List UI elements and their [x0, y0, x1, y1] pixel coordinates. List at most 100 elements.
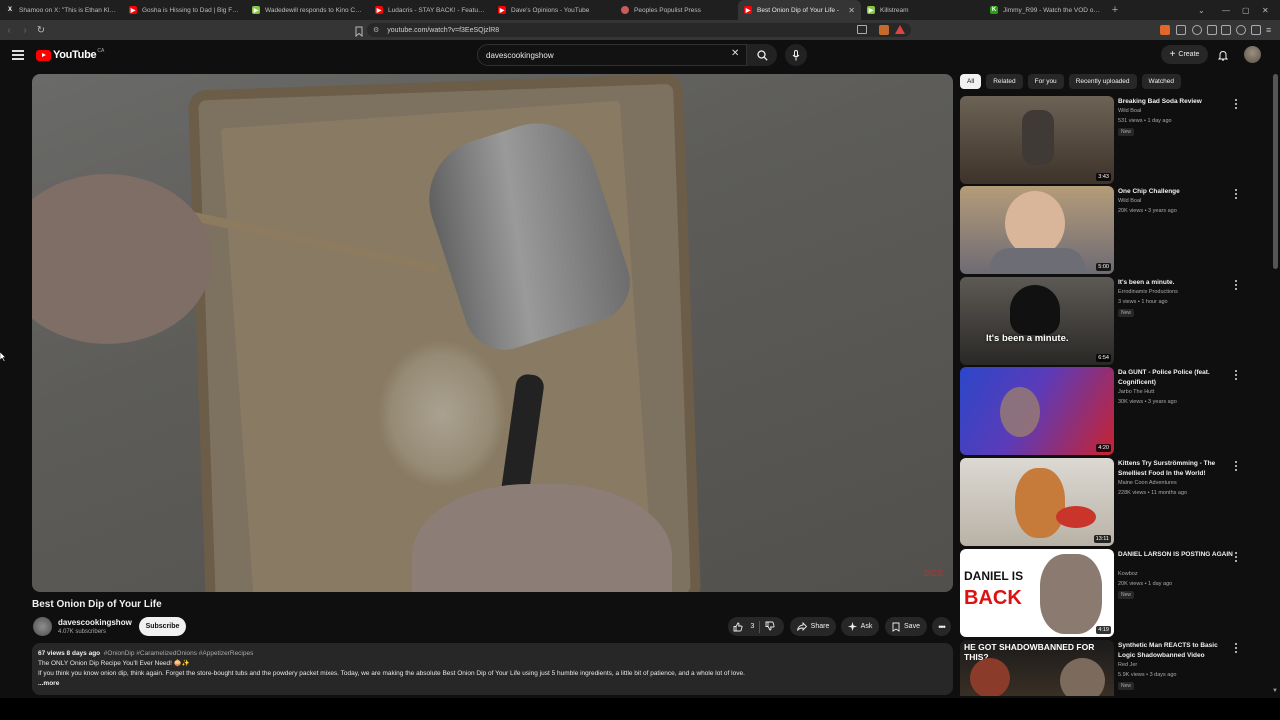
video-thumbnail[interactable]: It's been a minute. 6:54	[960, 277, 1114, 365]
channel-name: Jarbo The Hutt	[1118, 389, 1155, 395]
media-icon[interactable]	[1192, 25, 1202, 35]
channel-watermark: DCS	[923, 568, 943, 578]
recommended-video[interactable]: 13:11 Kittens Try Surströmming - The Sme…	[960, 458, 1250, 546]
youtube-logo[interactable]: YouTube CA	[36, 48, 104, 61]
video-thumbnail[interactable]: 3:43	[960, 96, 1114, 184]
rumble-icon: ▶	[252, 6, 260, 14]
brave-shield-icon[interactable]	[879, 25, 889, 35]
video-thumbnail[interactable]: 4:20	[960, 367, 1114, 455]
cast-icon[interactable]	[857, 25, 867, 34]
description-box[interactable]: 67 views 8 days ago #OnionDip #Carameliz…	[32, 643, 953, 695]
more-vertical-icon[interactable]	[1232, 370, 1240, 380]
extension-icon[interactable]	[1176, 25, 1186, 35]
video-frame-hand	[32, 174, 212, 344]
close-tab-icon[interactable]: ✕	[848, 6, 855, 15]
reload-icon[interactable]: ↻	[34, 23, 48, 37]
rewards-icon[interactable]	[895, 25, 905, 34]
filter-chips: All Related For you Recently uploaded Wa…	[960, 74, 1186, 89]
video-meta: 5.9K views • 3 days ago	[1118, 672, 1177, 678]
chip-watched[interactable]: Watched	[1141, 74, 1181, 89]
browser-tab[interactable]: ▶ Killstream	[861, 0, 984, 20]
recommended-video[interactable]: HE GOT SHADOWBANNED FOR THIS? Synthetic …	[960, 640, 1250, 696]
close-window-icon[interactable]: ✕	[1262, 0, 1269, 20]
browser-tab[interactable]: ▶ Dave's Opinions - YouTube	[492, 0, 615, 20]
channel-name: Wild Boal	[1118, 198, 1142, 204]
extension-icon[interactable]	[1160, 25, 1170, 35]
video-thumbnail[interactable]: HE GOT SHADOWBANNED FOR THIS?	[960, 640, 1114, 696]
dislike-button[interactable]	[765, 621, 779, 633]
browser-tab[interactable]: ▶ Gosha is Hissing to Dad | Big Floppa	[123, 0, 246, 20]
mouse-cursor-icon	[0, 352, 6, 362]
chip-recently-uploaded[interactable]: Recently uploaded	[1068, 74, 1137, 89]
hamburger-menu-icon[interactable]	[12, 50, 24, 60]
sidebar-icon[interactable]	[1207, 25, 1217, 35]
url-field[interactable]: ⚙ youtube.com/watch?v=f3EeSQjzlR8	[367, 23, 911, 37]
chip-related[interactable]: Related	[986, 74, 1023, 89]
video-duration: 4:19	[1096, 626, 1111, 634]
browser-menu-icon[interactable]: ≡	[1266, 25, 1276, 35]
back-icon[interactable]: ‹	[2, 23, 16, 37]
browser-tab[interactable]: ▶ Ludacris - STAY BACK! - Featuring Ar	[369, 0, 492, 20]
recommended-video[interactable]: 3:43 Breaking Bad Soda Review Wild Boal …	[960, 96, 1250, 184]
show-more-link[interactable]: ...more	[38, 679, 947, 689]
recommended-video[interactable]: It's been a minute. 6:54 It's been a min…	[960, 277, 1250, 365]
share-button[interactable]: Share	[790, 617, 836, 636]
video-meta: 3 views • 1 hour ago	[1118, 299, 1168, 305]
view-count-date: 67 views 8 days ago	[38, 650, 101, 657]
hashtags[interactable]: #OnionDip #CaramelizedOnions #AppetizerR…	[104, 650, 254, 657]
save-button[interactable]: Save	[885, 617, 927, 636]
forward-icon[interactable]: ›	[18, 23, 32, 37]
description-line: If you think you know onion dip, think a…	[38, 670, 745, 677]
channel-name: Errodinamix Productions	[1118, 289, 1178, 295]
browser-tab[interactable]: K Jimmy_R99 - Watch the VOD on Kick	[984, 0, 1107, 20]
browser-tab[interactable]: Peoples Populist Press	[615, 0, 738, 20]
video-thumbnail[interactable]: DANIEL IS BACK 4:19	[960, 549, 1114, 637]
recommended-video[interactable]: DANIEL IS BACK 4:19 DANIEL LARSON IS POS…	[960, 549, 1250, 637]
bookmark-icon[interactable]	[355, 24, 363, 38]
new-badge: New	[1118, 309, 1135, 317]
video-frame-onions	[377, 339, 507, 489]
browser-tab-active[interactable]: ▶ Best Onion Dip of Your Life - ✕	[738, 0, 861, 20]
video-meta: 30K views • 3 years ago	[1118, 399, 1177, 405]
browser-tab[interactable]: ▶ Wadedewill responds to Kino Casino	[246, 0, 369, 20]
thumbnail-text: BACK	[964, 587, 1022, 609]
like-button[interactable]: 3	[733, 622, 754, 632]
clear-search-icon[interactable]: ✕	[731, 48, 739, 59]
video-duration: 3:43	[1096, 173, 1111, 181]
video-thumbnail[interactable]: 5:00	[960, 186, 1114, 274]
more-vertical-icon[interactable]	[1232, 461, 1240, 471]
new-tab-icon[interactable]: +	[1107, 4, 1123, 16]
more-vertical-icon[interactable]	[1232, 189, 1240, 199]
notifications-button[interactable]	[1215, 47, 1231, 63]
site-info-icon[interactable]: ⚙	[373, 26, 379, 34]
browser-tab[interactable]: X Shamoo on X: "This is Ethan Klein ab	[0, 0, 123, 20]
more-vertical-icon[interactable]	[1232, 643, 1240, 653]
more-vertical-icon[interactable]	[1232, 552, 1240, 562]
channel-name[interactable]: davescookingshow	[58, 618, 132, 627]
recommended-video[interactable]: 4:20 Da GUNT - Police Police (feat. Cogn…	[960, 367, 1250, 455]
shield-icon[interactable]	[1251, 25, 1261, 35]
tab-search-icon[interactable]: ⌄	[1198, 0, 1205, 20]
recommended-video[interactable]: 5:00 One Chip Challenge Wild Boal 20K vi…	[960, 186, 1250, 274]
search-input[interactable]: davescookingshow	[477, 44, 747, 66]
vpn-icon[interactable]	[1236, 25, 1246, 35]
scroll-down-arrow-icon[interactable]: ▼	[1272, 688, 1278, 694]
account-avatar[interactable]	[1244, 46, 1261, 63]
channel-avatar[interactable]	[33, 617, 52, 636]
page-scrollbar[interactable]	[1273, 74, 1278, 269]
search-button[interactable]	[747, 44, 777, 66]
video-player[interactable]: DCS	[32, 74, 953, 592]
maximize-icon[interactable]: ▢	[1242, 0, 1250, 20]
video-thumbnail[interactable]: 13:11	[960, 458, 1114, 546]
minimize-icon[interactable]: —	[1222, 0, 1230, 20]
chip-all[interactable]: All	[960, 74, 982, 89]
more-vertical-icon[interactable]	[1232, 280, 1240, 290]
wallet-icon[interactable]	[1221, 25, 1231, 35]
more-actions-button[interactable]: •••	[932, 617, 951, 636]
chip-for-you[interactable]: For you	[1027, 74, 1064, 89]
create-button[interactable]: + Create	[1161, 45, 1208, 64]
more-vertical-icon[interactable]	[1232, 99, 1240, 109]
ask-button[interactable]: Ask	[841, 617, 879, 636]
voice-search-button[interactable]	[785, 44, 807, 66]
subscribe-button[interactable]: Subscribe	[139, 617, 186, 636]
